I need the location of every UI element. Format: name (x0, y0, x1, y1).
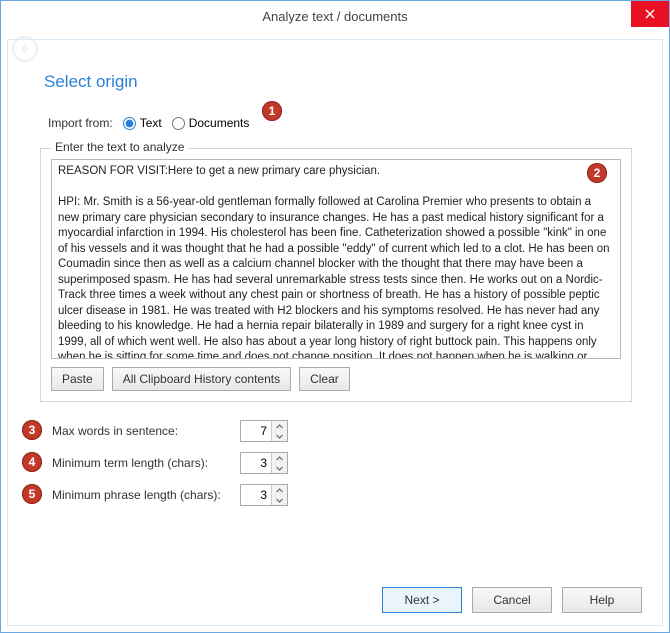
max-words-spinner[interactable] (240, 420, 288, 442)
max-words-label: Max words in sentence: (52, 424, 232, 438)
fieldset-legend: Enter the text to analyze (51, 140, 188, 154)
radio-documents[interactable]: Documents (172, 116, 250, 130)
spinner-down[interactable] (272, 495, 287, 505)
clear-button[interactable]: Clear (299, 367, 350, 391)
help-button[interactable]: Help (562, 587, 642, 613)
callout-1: 1 (262, 101, 282, 121)
chevron-down-icon (276, 434, 283, 439)
callout-4: 4 (22, 452, 42, 472)
clipboard-history-button[interactable]: All Clipboard History contents (112, 367, 291, 391)
radio-documents-input[interactable] (172, 117, 185, 130)
page-heading: Select origin (44, 72, 632, 92)
analyze-text-input[interactable] (51, 159, 621, 359)
chevron-up-icon (276, 456, 283, 461)
min-term-label: Minimum term length (chars): (52, 456, 232, 470)
paste-button[interactable]: Paste (51, 367, 104, 391)
text-fieldset: Enter the text to analyze 2 Paste All Cl… (40, 148, 632, 402)
chevron-down-icon (276, 498, 283, 503)
max-words-input[interactable] (241, 421, 271, 441)
param-max-words-row: 3 Max words in sentence: (52, 420, 632, 442)
callout-2: 2 (587, 163, 607, 183)
radio-text[interactable]: Text (123, 116, 162, 130)
radio-documents-label: Documents (189, 116, 250, 130)
min-term-input[interactable] (241, 453, 271, 473)
callout-5: 5 (22, 484, 42, 504)
min-term-spinner[interactable] (240, 452, 288, 474)
radio-text-label: Text (140, 116, 162, 130)
next-button[interactable]: Next > (382, 587, 462, 613)
min-phrase-label: Minimum phrase length (chars): (52, 488, 232, 502)
titlebar: Analyze text / documents (1, 1, 669, 31)
text-buttons-row: Paste All Clipboard History contents Cle… (51, 367, 621, 391)
spinner-up[interactable] (272, 485, 287, 495)
spinner-arrows (271, 453, 287, 473)
spinner-arrows (271, 421, 287, 441)
chevron-down-icon (276, 466, 283, 471)
chevron-up-icon (276, 488, 283, 493)
close-button[interactable] (631, 1, 669, 27)
close-icon (645, 9, 655, 19)
import-from-label: Import from: (48, 116, 113, 130)
content-area: Select origin Import from: Text Document… (7, 39, 663, 626)
spinner-up[interactable] (272, 421, 287, 431)
param-min-term-row: 4 Minimum term length (chars): (52, 452, 632, 474)
footer-buttons: Next > Cancel Help (382, 587, 642, 613)
min-phrase-input[interactable] (241, 485, 271, 505)
spinner-arrows (271, 485, 287, 505)
spinner-down[interactable] (272, 463, 287, 473)
param-min-phrase-row: 5 Minimum phrase length (chars): (52, 484, 632, 506)
min-phrase-spinner[interactable] (240, 484, 288, 506)
window-title: Analyze text / documents (262, 9, 407, 24)
radio-text-input[interactable] (123, 117, 136, 130)
spinner-down[interactable] (272, 431, 287, 441)
dialog-window: Analyze text / documents Select origin I… (0, 0, 670, 633)
callout-3: 3 (22, 420, 42, 440)
import-from-row: Import from: Text Documents 1 (48, 116, 632, 130)
cancel-button[interactable]: Cancel (472, 587, 552, 613)
spinner-up[interactable] (272, 453, 287, 463)
chevron-up-icon (276, 424, 283, 429)
